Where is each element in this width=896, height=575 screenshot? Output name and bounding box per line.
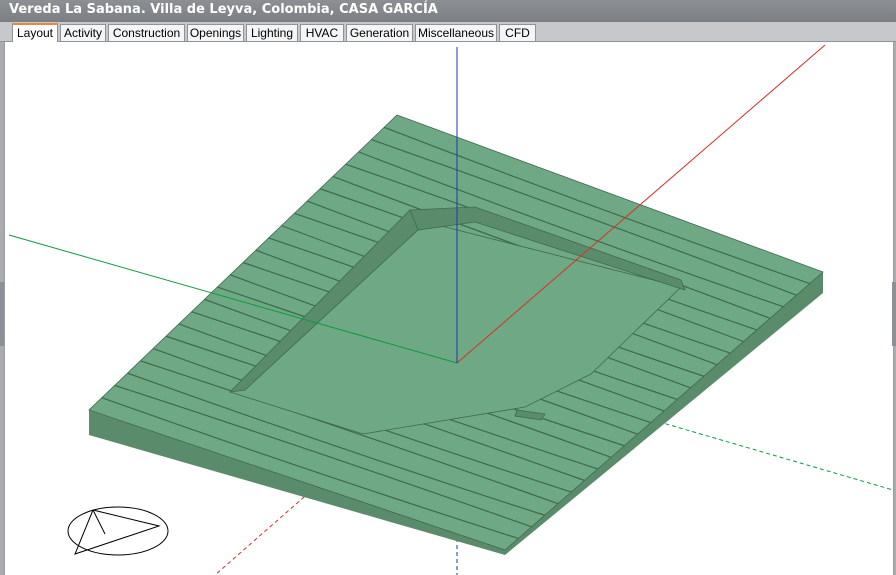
terrain-model-view[interactable] [5, 42, 893, 575]
tab-layout[interactable]: Layout [12, 23, 58, 42]
window-title-bar: Vereda La Sabana. Villa de Leyva, Colomb… [0, 0, 896, 22]
tab-lighting[interactable]: Lighting [246, 24, 298, 41]
tab-hvac[interactable]: HVAC [300, 24, 344, 41]
tab-openings[interactable]: Openings [187, 24, 244, 41]
right-panel-handle[interactable] [892, 282, 896, 346]
tab-construction[interactable]: Construction [108, 24, 185, 41]
left-panel-handle[interactable] [0, 282, 4, 346]
tab-miscellaneous[interactable]: Miscellaneous [415, 24, 497, 41]
north-compass-icon [67, 506, 169, 556]
terrain-side-left-edge [89, 410, 95, 435]
window-title: Vereda La Sabana. Villa de Leyva, Colomb… [9, 2, 438, 17]
tab-activity[interactable]: Activity [60, 24, 106, 41]
tab-strip: Layout Activity Construction Openings Li… [0, 22, 896, 42]
tab-cfd[interactable]: CFD [499, 24, 536, 41]
tab-generation[interactable]: Generation [346, 24, 413, 41]
3d-model-viewport[interactable] [4, 42, 894, 575]
